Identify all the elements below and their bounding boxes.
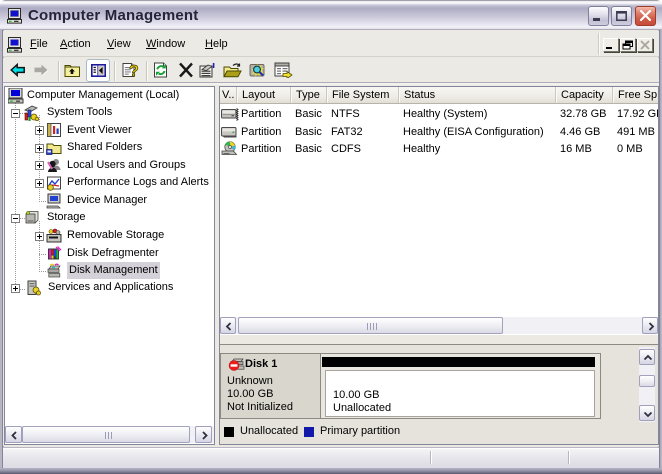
svg-text:?: ? <box>129 63 139 78</box>
